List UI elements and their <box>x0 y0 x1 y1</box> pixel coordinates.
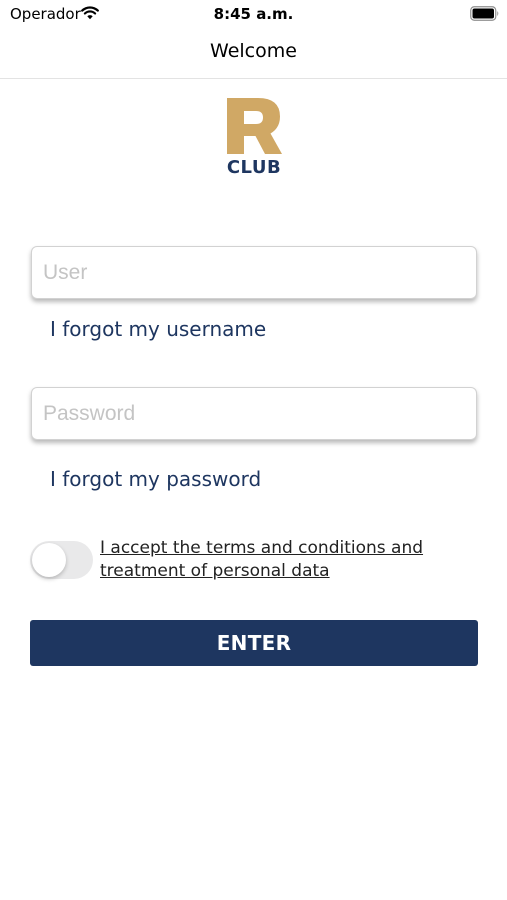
terms-link[interactable]: I accept the terms and conditions and tr… <box>100 537 460 583</box>
password-field[interactable] <box>31 387 477 440</box>
navigation-bar: Welcome <box>0 30 507 79</box>
terms-toggle[interactable] <box>30 541 93 579</box>
password-input[interactable] <box>32 388 476 439</box>
battery-icon <box>470 6 499 21</box>
username-input[interactable] <box>32 247 476 298</box>
login-screen: Operador 8:45 a.m. Welcome CLUB I forgot… <box>0 0 507 900</box>
r-logo-icon <box>227 98 282 154</box>
logo-club-text: CLUB <box>226 157 282 178</box>
toggle-knob <box>32 543 66 577</box>
user-field[interactable] <box>31 246 477 299</box>
forgot-username-link[interactable]: I forgot my username <box>50 317 266 341</box>
status-bar: Operador 8:45 a.m. <box>0 0 507 30</box>
forgot-password-link[interactable]: I forgot my password <box>50 467 261 491</box>
enter-button[interactable]: ENTER <box>30 620 478 666</box>
page-title: Welcome <box>210 40 297 62</box>
r-club-logo: CLUB <box>224 97 284 179</box>
status-time: 8:45 a.m. <box>213 5 294 23</box>
